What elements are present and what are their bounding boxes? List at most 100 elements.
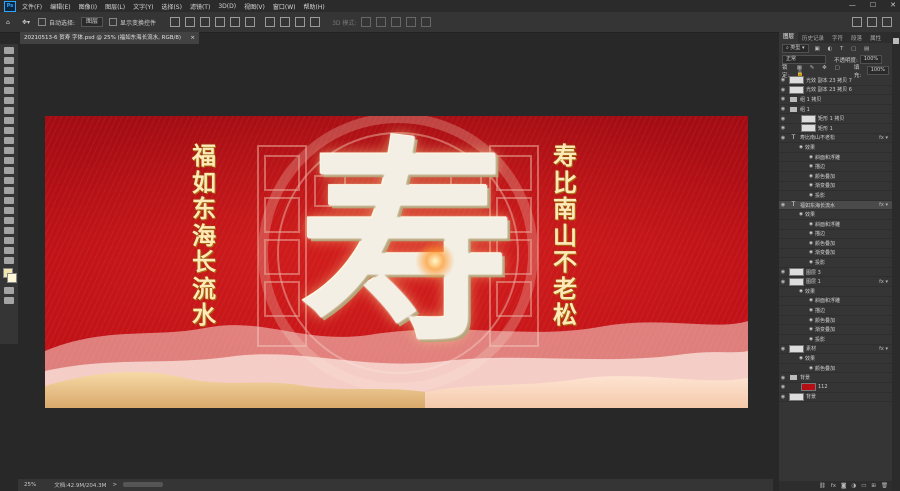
collapse-panels-icon[interactable] bbox=[893, 38, 899, 44]
tab-layers[interactable]: 图层 bbox=[779, 32, 799, 43]
layer-effect-row[interactable]: ◉ 颜色叠加 bbox=[779, 316, 892, 326]
layer-row[interactable]: ◉ 图层 3 bbox=[779, 268, 892, 278]
menu-edit[interactable]: 编辑(E) bbox=[50, 2, 70, 11]
history-brush-tool-icon[interactable] bbox=[4, 147, 14, 154]
tab-character[interactable]: 字符 bbox=[828, 34, 847, 42]
visibility-eye-icon[interactable]: ◉ bbox=[779, 135, 787, 141]
align-bottom-icon[interactable] bbox=[200, 17, 211, 27]
tab-properties[interactable]: 属性 bbox=[866, 34, 885, 42]
screen-mode-icon[interactable] bbox=[4, 297, 14, 304]
effect-visibility-icon[interactable]: ◉ bbox=[809, 337, 813, 342]
close-icon[interactable]: × bbox=[190, 32, 195, 44]
add-style-icon[interactable]: fx bbox=[831, 483, 836, 489]
dodge-tool-icon[interactable] bbox=[4, 187, 14, 194]
menu-help[interactable]: 帮助(H) bbox=[304, 2, 325, 11]
move-tool-icon[interactable]: ✥▾ bbox=[22, 17, 32, 27]
show-transform-checkbox[interactable] bbox=[109, 18, 118, 26]
effect-visibility-icon[interactable]: ◉ bbox=[799, 212, 803, 217]
effect-visibility-icon[interactable]: ◉ bbox=[809, 318, 813, 323]
layer-fx-icon[interactable]: fx ▾ bbox=[879, 279, 888, 285]
frame-tool-icon[interactable] bbox=[4, 97, 14, 104]
layer-row[interactable]: ◉ 光效 副本 23 拷贝 6 bbox=[779, 85, 892, 96]
visibility-eye-icon[interactable]: ◉ bbox=[779, 346, 787, 352]
zoom-tool-icon[interactable] bbox=[4, 247, 14, 254]
brush-tool-icon[interactable] bbox=[4, 127, 14, 134]
horizontal-scrollbar[interactable] bbox=[123, 482, 163, 487]
visibility-eye-icon[interactable]: ◉ bbox=[779, 375, 787, 381]
visibility-eye-icon[interactable]: ◉ bbox=[779, 77, 787, 83]
menu-layer[interactable]: 图层(L) bbox=[105, 2, 125, 11]
layer-effect-row[interactable]: ◉ 投影 bbox=[779, 258, 892, 268]
effect-visibility-icon[interactable]: ◉ bbox=[809, 183, 813, 188]
effect-visibility-icon[interactable]: ◉ bbox=[809, 241, 813, 246]
more-tools-icon[interactable] bbox=[4, 257, 14, 264]
fill-input[interactable]: 100% bbox=[866, 66, 889, 75]
effect-visibility-icon[interactable]: ◉ bbox=[799, 145, 803, 150]
clone-stamp-tool-icon[interactable] bbox=[4, 137, 14, 144]
new-layer-icon[interactable]: ⊞ bbox=[871, 483, 876, 489]
effect-visibility-icon[interactable]: ◉ bbox=[809, 231, 813, 236]
quick-mask-icon[interactable] bbox=[4, 287, 14, 294]
layer-row[interactable]: ◉ 组 1 bbox=[779, 105, 892, 115]
visibility-eye-icon[interactable]: ◉ bbox=[779, 269, 787, 275]
layer-row[interactable]: ◉ 矩形 1 bbox=[779, 124, 892, 134]
distribute-h-icon[interactable] bbox=[280, 17, 291, 27]
magic-wand-tool-icon[interactable] bbox=[4, 77, 14, 84]
layer-row[interactable]: ◉ 素材 fx ▾ bbox=[779, 344, 892, 355]
lock-icons[interactable]: ▦ ✎ ✥ ▢ 🔒 bbox=[797, 65, 848, 77]
left-vertical-text[interactable]: 福如东海长流水 bbox=[189, 142, 219, 333]
visibility-eye-icon[interactable]: ◉ bbox=[779, 87, 787, 93]
lasso-tool-icon[interactable] bbox=[4, 67, 14, 74]
show-transform-toggle[interactable]: 显示变换控件 bbox=[109, 17, 156, 27]
layer-row[interactable]: ◉ 背景 bbox=[779, 373, 892, 383]
close-icon[interactable]: ✕ bbox=[890, 1, 896, 9]
hand-tool-icon[interactable] bbox=[4, 237, 14, 244]
layer-effect-row[interactable]: ◉ 斜面和浮雕 bbox=[779, 297, 892, 307]
align-top-icon[interactable] bbox=[170, 17, 181, 27]
new-group-icon[interactable]: ▭ bbox=[861, 483, 866, 489]
marquee-tool-icon[interactable] bbox=[4, 57, 14, 64]
layer-effect-row[interactable]: ◉ 斜面和浮雕 bbox=[779, 220, 892, 230]
effect-visibility-icon[interactable]: ◉ bbox=[809, 222, 813, 227]
crop-tool-icon[interactable] bbox=[4, 87, 14, 94]
distribute-v-icon[interactable] bbox=[295, 17, 306, 27]
align-left-icon[interactable] bbox=[215, 17, 226, 27]
layer-effect-row[interactable]: ◉ 渐变叠加 bbox=[779, 249, 892, 259]
distribute-icon[interactable] bbox=[265, 17, 276, 27]
layer-effect-row[interactable]: ◉ 投影 bbox=[779, 191, 892, 201]
layer-effect-row[interactable]: ◉ 效果 bbox=[779, 287, 892, 297]
layer-effect-row[interactable]: ◉ 描边 bbox=[779, 306, 892, 316]
layer-fx-icon[interactable]: fx ▾ bbox=[879, 202, 888, 208]
shape-tool-icon[interactable] bbox=[4, 227, 14, 234]
background-color-swatch[interactable] bbox=[7, 273, 17, 283]
effect-visibility-icon[interactable]: ◉ bbox=[809, 327, 813, 332]
layer-effect-row[interactable]: ◉ 效果 bbox=[779, 210, 892, 220]
blur-tool-icon[interactable] bbox=[4, 177, 14, 184]
home-icon[interactable]: ⌂ bbox=[6, 17, 16, 27]
menu-select[interactable]: 选择(S) bbox=[161, 2, 182, 11]
effect-visibility-icon[interactable]: ◉ bbox=[809, 174, 813, 179]
layer-filter-dropdown[interactable]: ⌕ 类型 ▾ bbox=[782, 44, 809, 53]
color-swatches[interactable] bbox=[0, 268, 18, 284]
layer-effect-row[interactable]: ◉ 颜色叠加 bbox=[779, 172, 892, 182]
shou-main-glyph[interactable]: 寿 bbox=[300, 121, 515, 366]
roll-3d-icon[interactable] bbox=[376, 17, 387, 27]
link-layers-icon[interactable]: ⛓ bbox=[819, 483, 826, 489]
share-icon[interactable] bbox=[882, 17, 892, 27]
visibility-eye-icon[interactable]: ◉ bbox=[779, 96, 787, 102]
move-tool-icon[interactable] bbox=[4, 47, 14, 54]
delete-layer-icon[interactable]: 🗑 bbox=[881, 483, 888, 489]
menu-window[interactable]: 窗口(W) bbox=[273, 2, 296, 11]
menu-type[interactable]: 文字(Y) bbox=[133, 2, 153, 11]
more-options-icon[interactable] bbox=[310, 17, 321, 27]
menu-filter[interactable]: 滤镜(T) bbox=[190, 2, 210, 11]
align-right-icon[interactable] bbox=[245, 17, 256, 27]
layer-fx-icon[interactable]: fx ▾ bbox=[879, 346, 888, 352]
effect-visibility-icon[interactable]: ◉ bbox=[799, 289, 803, 294]
menu-file[interactable]: 文件(F) bbox=[22, 2, 42, 11]
document-canvas[interactable]: 寿 福如东海长流水 寿比南山不老松 bbox=[45, 116, 748, 408]
eyedropper-tool-icon[interactable] bbox=[4, 107, 14, 114]
visibility-eye-icon[interactable]: ◉ bbox=[779, 202, 787, 208]
filter-icons[interactable]: ▣ ◐ T ▢ ▤ bbox=[815, 46, 873, 52]
path-select-tool-icon[interactable] bbox=[4, 217, 14, 224]
